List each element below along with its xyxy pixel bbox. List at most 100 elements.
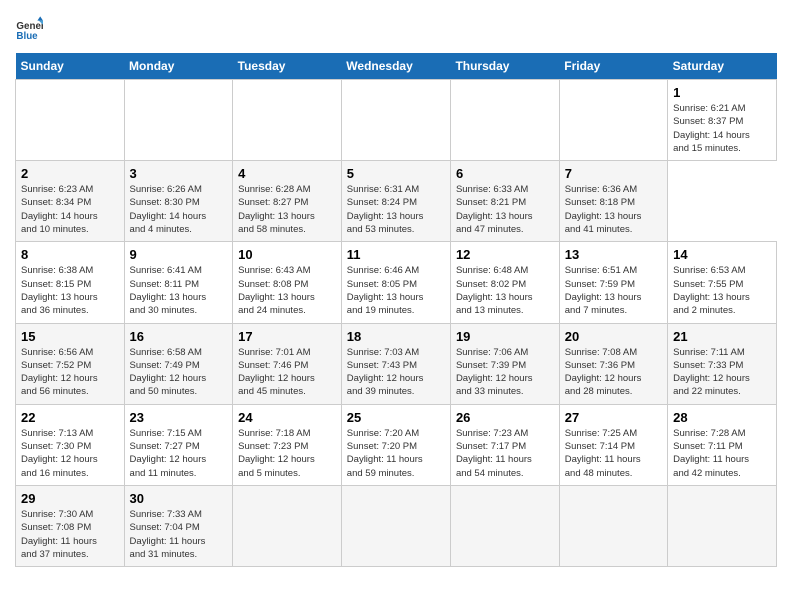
calendar-cell: 10 Sunrise: 6:43 AM Sunset: 8:08 PM Dayli… xyxy=(233,242,342,323)
day-number: 1 xyxy=(673,85,771,100)
calendar-cell xyxy=(233,80,342,161)
day-number: 15 xyxy=(21,329,119,344)
calendar-cell: 21 Sunrise: 7:11 AM Sunset: 7:33 PM Dayli… xyxy=(668,323,777,404)
day-info: Sunrise: 6:51 AM Sunset: 7:59 PM Dayligh… xyxy=(565,264,662,317)
day-number: 19 xyxy=(456,329,554,344)
calendar-cell: 17 Sunrise: 7:01 AM Sunset: 7:46 PM Dayli… xyxy=(233,323,342,404)
svg-text:Blue: Blue xyxy=(16,31,38,42)
day-info: Sunrise: 6:41 AM Sunset: 8:11 PM Dayligh… xyxy=(130,264,228,317)
calendar-cell: 2Sunrise: 6:23 AM Sunset: 8:34 PM Daylig… xyxy=(16,161,125,242)
day-info: Sunrise: 7:11 AM Sunset: 7:33 PM Dayligh… xyxy=(673,346,771,399)
day-number: 17 xyxy=(238,329,336,344)
day-info: Sunrise: 6:33 AM Sunset: 8:21 PM Dayligh… xyxy=(456,183,554,236)
calendar-week-row: 15Sunrise: 6:56 AM Sunset: 7:52 PM Dayli… xyxy=(16,323,777,404)
day-number: 30 xyxy=(130,491,228,506)
day-info: Sunrise: 7:30 AM Sunset: 7:08 PM Dayligh… xyxy=(21,508,119,561)
day-info: Sunrise: 7:18 AM Sunset: 7:23 PM Dayligh… xyxy=(238,427,336,480)
col-header-tuesday: Tuesday xyxy=(233,53,342,80)
day-number: 4 xyxy=(238,166,336,181)
calendar-week-row: 2Sunrise: 6:23 AM Sunset: 8:34 PM Daylig… xyxy=(16,161,777,242)
calendar-cell: 5Sunrise: 6:31 AM Sunset: 8:24 PM Daylig… xyxy=(341,161,450,242)
day-info: Sunrise: 7:15 AM Sunset: 7:27 PM Dayligh… xyxy=(130,427,228,480)
day-number: 20 xyxy=(565,329,662,344)
day-number: 24 xyxy=(238,410,336,425)
logo-icon: General Blue xyxy=(15,15,43,43)
day-info: Sunrise: 6:43 AM Sunset: 8:08 PM Dayligh… xyxy=(238,264,336,317)
col-header-monday: Monday xyxy=(124,53,233,80)
calendar-cell: 24 Sunrise: 7:18 AM Sunset: 7:23 PM Dayli… xyxy=(233,404,342,485)
day-number: 2 xyxy=(21,166,119,181)
calendar-cell: 8 Sunrise: 6:38 AM Sunset: 8:15 PM Daylig… xyxy=(16,242,125,323)
calendar-week-row: 29 Sunrise: 7:30 AM Sunset: 7:08 PM Dayli… xyxy=(16,485,777,566)
calendar-cell: 28 Sunrise: 7:28 AM Sunset: 7:11 PM Dayli… xyxy=(668,404,777,485)
day-info: Sunrise: 7:23 AM Sunset: 7:17 PM Dayligh… xyxy=(456,427,554,480)
day-info: Sunrise: 6:38 AM Sunset: 8:15 PM Dayligh… xyxy=(21,264,119,317)
day-info: Sunrise: 6:26 AM Sunset: 8:30 PM Dayligh… xyxy=(130,183,228,236)
calendar-cell: 6 Sunrise: 6:33 AM Sunset: 8:21 PM Daylig… xyxy=(450,161,559,242)
calendar-cell xyxy=(341,485,450,566)
calendar-cell: 11 Sunrise: 6:46 AM Sunset: 8:05 PM Dayli… xyxy=(341,242,450,323)
calendar-cell xyxy=(450,485,559,566)
day-info: Sunrise: 7:33 AM Sunset: 7:04 PM Dayligh… xyxy=(130,508,228,561)
day-info: Sunrise: 6:53 AM Sunset: 7:55 PM Dayligh… xyxy=(673,264,771,317)
calendar-cell: 26 Sunrise: 7:23 AM Sunset: 7:17 PM Dayli… xyxy=(450,404,559,485)
day-number: 27 xyxy=(565,410,662,425)
day-info: Sunrise: 6:28 AM Sunset: 8:27 PM Dayligh… xyxy=(238,183,336,236)
calendar-body: 1 Sunrise: 6:21 AM Sunset: 8:37 PM Daylig… xyxy=(16,80,777,567)
calendar-cell: 7 Sunrise: 6:36 AM Sunset: 8:18 PM Daylig… xyxy=(559,161,667,242)
col-header-friday: Friday xyxy=(559,53,667,80)
day-number: 26 xyxy=(456,410,554,425)
day-number: 25 xyxy=(347,410,445,425)
calendar-cell: 20Sunrise: 7:08 AM Sunset: 7:36 PM Dayli… xyxy=(559,323,667,404)
calendar-cell xyxy=(559,485,667,566)
day-number: 29 xyxy=(21,491,119,506)
day-number: 21 xyxy=(673,329,771,344)
day-info: Sunrise: 6:46 AM Sunset: 8:05 PM Dayligh… xyxy=(347,264,445,317)
day-number: 5 xyxy=(347,166,445,181)
calendar-cell: 16Sunrise: 6:58 AM Sunset: 7:49 PM Dayli… xyxy=(124,323,233,404)
day-number: 22 xyxy=(21,410,119,425)
calendar-cell: 18Sunrise: 7:03 AM Sunset: 7:43 PM Dayli… xyxy=(341,323,450,404)
day-number: 13 xyxy=(565,247,662,262)
day-number: 23 xyxy=(130,410,228,425)
day-number: 7 xyxy=(565,166,662,181)
calendar-cell: 19 Sunrise: 7:06 AM Sunset: 7:39 PM Dayli… xyxy=(450,323,559,404)
day-info: Sunrise: 6:36 AM Sunset: 8:18 PM Dayligh… xyxy=(565,183,662,236)
calendar-cell: 1 Sunrise: 6:21 AM Sunset: 8:37 PM Daylig… xyxy=(668,80,777,161)
calendar-week-row: 8 Sunrise: 6:38 AM Sunset: 8:15 PM Daylig… xyxy=(16,242,777,323)
calendar-cell xyxy=(124,80,233,161)
calendar-cell xyxy=(341,80,450,161)
calendar-cell xyxy=(450,80,559,161)
col-header-sunday: Sunday xyxy=(16,53,125,80)
calendar-cell: 15Sunrise: 6:56 AM Sunset: 7:52 PM Dayli… xyxy=(16,323,125,404)
day-info: Sunrise: 7:06 AM Sunset: 7:39 PM Dayligh… xyxy=(456,346,554,399)
day-info: Sunrise: 6:58 AM Sunset: 7:49 PM Dayligh… xyxy=(130,346,228,399)
day-info: Sunrise: 6:21 AM Sunset: 8:37 PM Dayligh… xyxy=(673,102,771,155)
day-info: Sunrise: 7:13 AM Sunset: 7:30 PM Dayligh… xyxy=(21,427,119,480)
day-number: 18 xyxy=(347,329,445,344)
day-info: Sunrise: 7:20 AM Sunset: 7:20 PM Dayligh… xyxy=(347,427,445,480)
day-number: 11 xyxy=(347,247,445,262)
day-number: 10 xyxy=(238,247,336,262)
calendar-week-row: 1 Sunrise: 6:21 AM Sunset: 8:37 PM Daylig… xyxy=(16,80,777,161)
calendar-cell: 30 Sunrise: 7:33 AM Sunset: 7:04 PM Dayli… xyxy=(124,485,233,566)
calendar-cell: 14Sunrise: 6:53 AM Sunset: 7:55 PM Dayli… xyxy=(668,242,777,323)
calendar-table: SundayMondayTuesdayWednesdayThursdayFrid… xyxy=(15,53,777,567)
calendar-cell: 27Sunrise: 7:25 AM Sunset: 7:14 PM Dayli… xyxy=(559,404,667,485)
col-header-thursday: Thursday xyxy=(450,53,559,80)
day-number: 6 xyxy=(456,166,554,181)
day-info: Sunrise: 7:28 AM Sunset: 7:11 PM Dayligh… xyxy=(673,427,771,480)
header: General Blue xyxy=(15,15,777,43)
calendar-cell xyxy=(559,80,667,161)
day-number: 8 xyxy=(21,247,119,262)
calendar-header-row: SundayMondayTuesdayWednesdayThursdayFrid… xyxy=(16,53,777,80)
calendar-cell: 3 Sunrise: 6:26 AM Sunset: 8:30 PM Daylig… xyxy=(124,161,233,242)
calendar-cell xyxy=(16,80,125,161)
day-number: 3 xyxy=(130,166,228,181)
logo: General Blue xyxy=(15,15,47,43)
calendar-cell xyxy=(233,485,342,566)
day-number: 28 xyxy=(673,410,771,425)
day-number: 12 xyxy=(456,247,554,262)
day-info: Sunrise: 7:01 AM Sunset: 7:46 PM Dayligh… xyxy=(238,346,336,399)
day-number: 9 xyxy=(130,247,228,262)
